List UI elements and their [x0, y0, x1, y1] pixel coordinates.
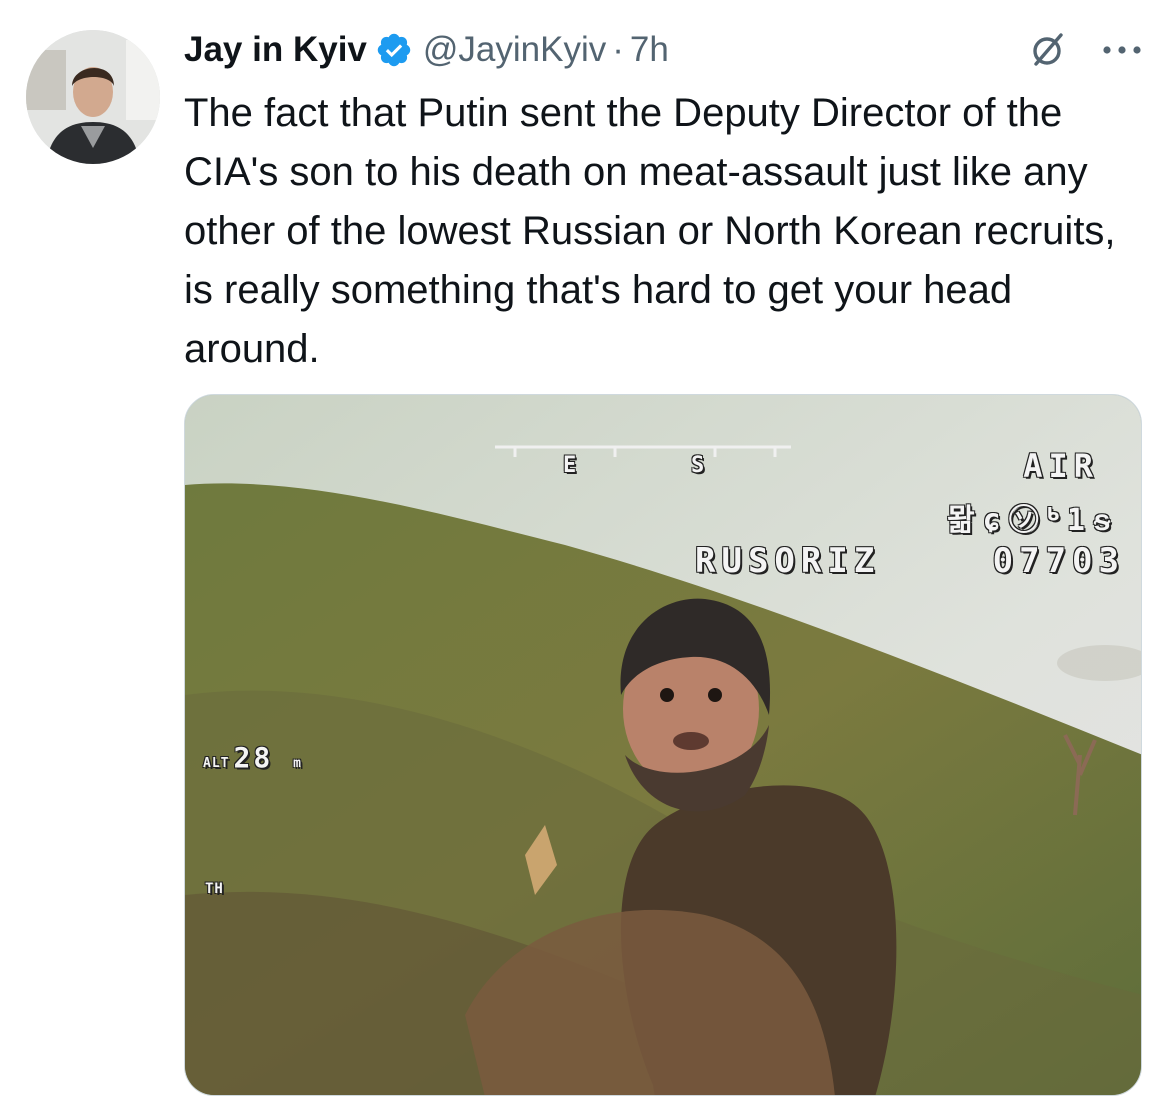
osd-altitude-unit: m [293, 756, 302, 771]
tweet-text: The fact that Putin sent the Deputy Dire… [184, 91, 1127, 371]
tweet[interactable]: Jay in Kyiv @JayinKyiv · 7h The fact tha… [0, 0, 1170, 1106]
header-actions [1028, 30, 1142, 70]
tweet-header: Jay in Kyiv @JayinKyiv · 7h [184, 20, 1142, 80]
display-name[interactable]: Jay in Kyiv [184, 20, 367, 80]
osd-code: 07703 [992, 541, 1125, 581]
grok-icon[interactable] [1028, 30, 1068, 70]
osd-compass-south: S [691, 453, 705, 478]
avatar-photo [26, 30, 160, 164]
osd-compass-east: E [563, 453, 577, 478]
osd-altitude-label: ALT [203, 756, 230, 771]
tweet-body: Jay in Kyiv @JayinKyiv · 7h The fact tha… [184, 20, 1142, 379]
osd-altitude: ALT 28 m [203, 741, 306, 774]
osd-throttle-label: TH [205, 881, 224, 897]
avatar[interactable] [26, 30, 160, 164]
more-options-icon[interactable] [1102, 44, 1142, 56]
separator-dot: · [612, 30, 624, 69]
verified-badge-icon[interactable] [375, 31, 413, 69]
osd-callsign: RUSORIZ [695, 541, 881, 581]
user-handle[interactable]: @JayinKyiv [423, 20, 606, 80]
osd-altitude-value: 28 [233, 741, 274, 774]
osd-air-label: AIR [1023, 447, 1099, 485]
timestamp[interactable]: 7h [630, 20, 669, 80]
tweet-media[interactable]: E S AIR 뫎ɕ㋞ᒃ1ᵴ RUSORIZ 07703 ALT 28 m TH [184, 394, 1142, 1096]
osd-garbled-text: 뫎ɕ㋞ᒃ1ᵴ [947, 503, 1119, 538]
